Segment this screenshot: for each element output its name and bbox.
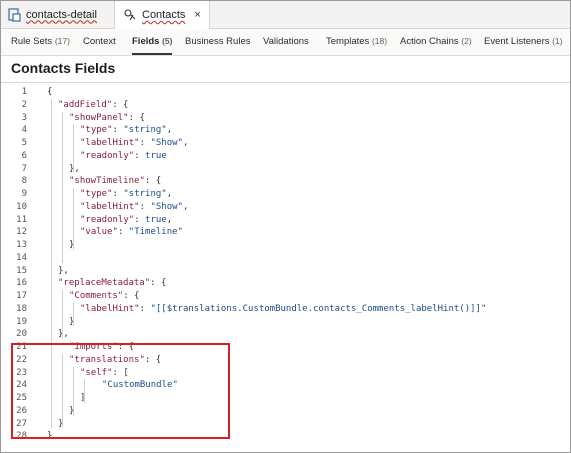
indent-guide — [73, 124, 74, 174]
tab-event-listeners[interactable]: Event Listeners (1) — [484, 29, 563, 55]
file-tab-contacts[interactable]: Contacts × — [114, 1, 210, 29]
line-number: 17 — [16, 291, 27, 301]
indent-guide — [73, 302, 74, 327]
code-text: }, — [58, 329, 69, 340]
line-number: 3 — [21, 112, 27, 123]
code-line: 14 — [1, 252, 561, 264]
code-line: 19} — [1, 316, 561, 328]
code-line: 5 "labelHint": "Show", — [1, 137, 561, 149]
line-number: 11 — [16, 214, 27, 225]
line-number: 1 — [21, 87, 27, 97]
code-line: 15}, — [1, 265, 561, 277]
tab-label: Validations — [263, 36, 309, 47]
code-line: 9 "type": "string", — [1, 188, 561, 200]
line-number: 8 — [21, 176, 27, 187]
code-line: 16 "replaceMetadata": { — [1, 277, 561, 289]
line-number: 13 — [16, 240, 27, 250]
tab-business-rules[interactable]: Business Rules — [185, 29, 250, 55]
line-number: 7 — [21, 163, 27, 174]
tab-label: Event Listeners — [484, 36, 550, 47]
code-text: "type": "string", — [80, 189, 173, 199]
code-text: "value": "Timeline" — [80, 227, 183, 238]
tab-label: Templates — [326, 36, 370, 47]
code-text: "replaceMetadata": { — [58, 278, 167, 289]
file-tab-label: contacts-detail — [26, 8, 97, 21]
line-number: 4 — [21, 125, 27, 136]
code-text: "readonly": true, — [80, 214, 173, 225]
code-text: }, — [58, 265, 69, 276]
tab-label: Context — [83, 36, 116, 47]
highlight-box — [11, 343, 230, 439]
tab-count: (5) — [162, 36, 173, 46]
section-tab-bar: Rule Sets (17) Context Fields (5) Busine… — [1, 29, 570, 56]
line-number: 12 — [16, 227, 27, 238]
file-tab-bar: contacts-detail Contacts × — [1, 1, 570, 29]
tab-label: Action Chains — [400, 36, 459, 47]
line-number: 10 — [16, 201, 27, 212]
code-line: 13} — [1, 239, 561, 251]
line-number: 18 — [16, 303, 27, 314]
code-text: "showTimeline": { — [69, 176, 162, 187]
line-number: 14 — [16, 252, 27, 263]
code-line: 6 "readonly": true — [1, 150, 561, 162]
code-line: 2 "addField": { — [1, 99, 561, 111]
file-tab-contacts-detail[interactable]: contacts-detail — [7, 1, 97, 28]
line-number: 16 — [16, 278, 27, 289]
code-text: "Comments": { — [69, 291, 140, 301]
code-text: "labelHint": "Show", — [80, 138, 189, 148]
line-number: 20 — [16, 329, 27, 340]
code-line: 20}, — [1, 328, 561, 340]
line-number: 19 — [16, 316, 27, 327]
code-text: "labelHint": "Show", — [80, 201, 189, 212]
code-text: "type": "string", — [80, 125, 173, 136]
line-number: 2 — [21, 99, 27, 110]
tab-rule-sets[interactable]: Rule Sets (17) — [11, 29, 70, 55]
close-icon[interactable]: × — [194, 9, 200, 21]
code-text: "readonly": true — [80, 150, 167, 161]
code-line: 8 "showTimeline": { — [1, 175, 561, 187]
line-number: 9 — [21, 189, 27, 199]
code-line: 4 "type": "string", — [1, 124, 561, 136]
tab-count: (18) — [371, 36, 388, 46]
code-text: { — [47, 87, 53, 97]
code-text: }, — [69, 163, 80, 174]
tab-count: (1) — [552, 36, 563, 46]
tab-count: (2) — [461, 36, 472, 46]
code-line: 12 "value": "Timeline" — [1, 226, 561, 238]
page-title: Contacts Fields — [11, 60, 116, 76]
code-line: 18 "labelHint": "[[$translations.CustomBu… — [1, 303, 561, 315]
code-line: 1{ — [1, 86, 561, 98]
file-icon — [8, 7, 21, 22]
tab-label: Rule Sets — [11, 36, 53, 47]
line-number: 5 — [21, 138, 27, 148]
indent-guide — [62, 111, 63, 263]
code-text: "addField": { — [58, 99, 129, 110]
code-line: 11 "readonly": true, — [1, 214, 561, 226]
tab-validations[interactable]: Validations — [263, 29, 309, 55]
tab-context[interactable]: Context — [83, 29, 116, 55]
tab-count: (17) — [54, 36, 70, 46]
code-line: 17 "Comments": { — [1, 290, 561, 302]
indent-guide — [73, 188, 74, 250]
indent-guide — [62, 290, 63, 339]
code-text: "labelHint": "[[$translations.CustomBund… — [80, 303, 487, 314]
tab-templates[interactable]: Templates (18) — [326, 29, 387, 55]
code-line: 7}, — [1, 163, 561, 175]
code-line: 3 "showPanel": { — [1, 112, 561, 124]
tab-fields[interactable]: Fields (5) — [132, 29, 173, 55]
code-text: "showPanel": { — [69, 112, 145, 123]
tab-label: Fields — [132, 36, 160, 47]
tab-label: Business Rules — [185, 36, 251, 47]
business-object-icon — [124, 9, 136, 21]
code-line: 10 "labelHint": "Show", — [1, 201, 561, 213]
tab-action-chains[interactable]: Action Chains (2) — [400, 29, 472, 55]
file-tab-label: Contacts — [142, 9, 186, 21]
line-number: 15 — [16, 265, 27, 276]
line-number: 6 — [21, 150, 27, 161]
